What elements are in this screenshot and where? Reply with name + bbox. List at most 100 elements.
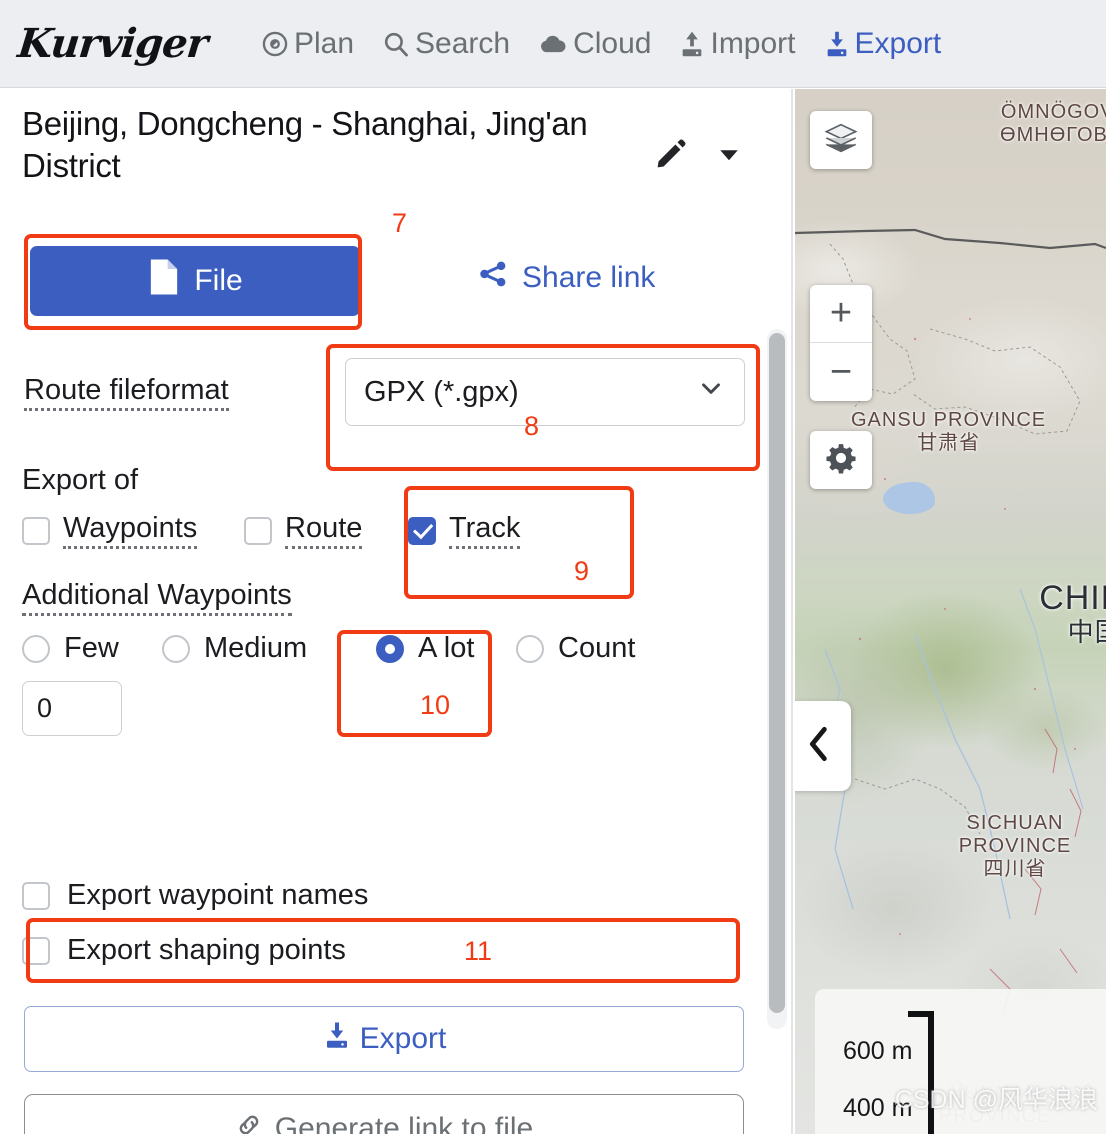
nav-label-import: Import — [710, 26, 796, 60]
map-zoom-in-button[interactable]: + — [810, 285, 872, 343]
file-share-row: File Share link — [22, 237, 752, 333]
compass-icon — [261, 30, 289, 58]
radio-box-a-lot[interactable] — [376, 634, 404, 663]
radio-label-a-lot: A lot — [418, 632, 475, 664]
checkbox-route[interactable]: Route — [244, 512, 408, 549]
nav-item-export[interactable]: Export — [810, 27, 956, 61]
checkbox-box-route[interactable] — [244, 516, 272, 545]
checkbox-box-track[interactable] — [408, 516, 436, 545]
radio-a-lot[interactable]: A lot — [376, 632, 516, 665]
upload-icon — [679, 30, 705, 58]
radio-label-count: Count — [558, 632, 636, 664]
file-button[interactable]: File — [30, 246, 360, 316]
file-icon — [147, 258, 181, 304]
annotation-number-7: 7 — [392, 208, 408, 238]
map-view[interactable]: ÖMNÖGOVI ӨМНӨГОВЬ GANSU PROVINCE 甘肃省 CHI… — [795, 89, 1106, 1134]
map-layers-button[interactable] — [810, 111, 872, 169]
nav-label-search: Search — [415, 26, 511, 60]
checkbox-waypoints[interactable]: Waypoints — [22, 512, 244, 549]
nav-label-cloud: Cloud — [573, 26, 652, 60]
radio-box-few[interactable] — [22, 634, 50, 663]
export-panel-content: Beijing, Dongcheng - Shanghai, Jing'an D… — [0, 89, 772, 1134]
kurviger-logo[interactable]: Kurviger — [16, 20, 210, 67]
annotation-number-8: 8 — [524, 411, 540, 441]
share-link-button[interactable]: Share link — [477, 259, 655, 297]
chevron-down-icon — [696, 373, 726, 411]
annotation-number-11: 11 — [464, 936, 493, 966]
cloud-icon — [538, 30, 568, 58]
elevation-scale-panel: 600 m 400 m — [815, 989, 1106, 1134]
waypoint-count-input[interactable] — [22, 681, 122, 736]
panel-scrollbar-thumb[interactable] — [769, 333, 785, 1013]
map-zoom-out-button[interactable]: − — [810, 343, 872, 401]
panel-scrollbar-track[interactable] — [767, 329, 787, 1029]
export-of-label: Export of — [22, 464, 139, 496]
chain-icon — [235, 1111, 263, 1134]
checkbox-box-export-waypoint-names[interactable] — [22, 881, 50, 910]
map-settings-button[interactable] — [810, 431, 872, 489]
nav-label-plan: Plan — [293, 26, 355, 60]
radio-medium[interactable]: Medium — [162, 632, 376, 665]
generate-link-button[interactable]: Generate link to file — [24, 1094, 744, 1134]
app-root: Kurviger Plan Search Cloud Import Export… — [0, 0, 1106, 1134]
checkbox-label-waypoints: Waypoints — [63, 512, 198, 549]
checkbox-track[interactable]: Track — [408, 512, 521, 549]
layers-icon — [823, 122, 859, 159]
additional-waypoints-label: Additional Waypoints — [22, 579, 292, 616]
share-link-label: Share link — [522, 261, 656, 294]
additional-waypoints-section: Additional Waypoints Few Medium A lot Co… — [22, 579, 752, 736]
download-icon — [824, 30, 850, 58]
search-icon — [382, 30, 410, 58]
additional-waypoints-radio-row: Few Medium A lot Count — [22, 632, 752, 665]
fileformat-row: Route fileformat GPX (*.gpx) — [22, 344, 752, 464]
route-title: Beijing, Dongcheng - Shanghai, Jing'an D… — [22, 105, 588, 185]
gear-icon — [825, 442, 857, 479]
share-icon — [477, 259, 509, 297]
map-zoom-controls: + − — [810, 285, 872, 401]
elevation-axis — [928, 1011, 934, 1134]
download-icon — [322, 1020, 352, 1058]
export-of-section: Export of Waypoints Route Track — [22, 464, 752, 549]
radio-count[interactable]: Count — [516, 632, 635, 665]
checkbox-box-waypoints[interactable] — [22, 516, 50, 545]
extra-options-section: Export waypoint names Export shaping poi… — [22, 879, 752, 989]
nav-item-plan[interactable]: Plan — [247, 27, 368, 61]
checkbox-label-export-waypoint-names: Export waypoint names — [67, 879, 369, 911]
export-of-checkbox-row: Waypoints Route Track — [22, 512, 752, 549]
file-button-label: File — [194, 264, 243, 297]
checkbox-export-shaping-points[interactable]: Export shaping points — [22, 934, 752, 967]
radio-box-count[interactable] — [516, 634, 544, 663]
radio-box-medium[interactable] — [162, 634, 190, 663]
top-navigation-bar: Kurviger Plan Search Cloud Import Export — [0, 0, 1106, 88]
fileformat-label: Route fileformat — [24, 374, 229, 411]
radio-label-medium: Medium — [204, 632, 308, 664]
checkbox-export-waypoint-names[interactable]: Export waypoint names — [22, 879, 752, 912]
checkbox-label-export-shaping-points: Export shaping points — [67, 934, 346, 966]
chevron-left-icon — [802, 724, 836, 769]
annotation-number-9: 9 — [574, 556, 590, 586]
panel-divider — [791, 89, 793, 1134]
checkbox-box-export-shaping-points[interactable] — [22, 936, 50, 965]
map-lake — [883, 482, 935, 514]
checkbox-label-track: Track — [449, 512, 521, 549]
export-panel: Beijing, Dongcheng - Shanghai, Jing'an D… — [0, 89, 793, 1134]
radio-label-few: Few — [64, 632, 119, 664]
nav-item-cloud[interactable]: Cloud — [524, 27, 665, 61]
pencil-icon[interactable] — [654, 137, 688, 171]
checkbox-label-route: Route — [285, 512, 363, 549]
title-actions — [654, 137, 744, 171]
nav-item-import[interactable]: Import — [665, 27, 809, 61]
caret-down-icon[interactable] — [714, 139, 744, 169]
export-button[interactable]: Export — [24, 1006, 744, 1072]
map-panel-collapse-button[interactable] — [795, 701, 851, 791]
nav-label-export: Export — [854, 26, 942, 60]
map-region-boundaries — [824, 243, 1084, 1098]
radio-few[interactable]: Few — [22, 632, 162, 665]
export-button-label: Export — [359, 1022, 447, 1055]
generate-link-label: Generate link to file — [274, 1112, 534, 1134]
annotation-number-10: 10 — [420, 690, 451, 720]
elevation-label-bottom: 400 m — [843, 1094, 913, 1122]
elevation-label-top: 600 m — [843, 1037, 913, 1065]
nav-item-search[interactable]: Search — [368, 27, 524, 61]
fileformat-select[interactable]: GPX (*.gpx) — [345, 358, 745, 426]
